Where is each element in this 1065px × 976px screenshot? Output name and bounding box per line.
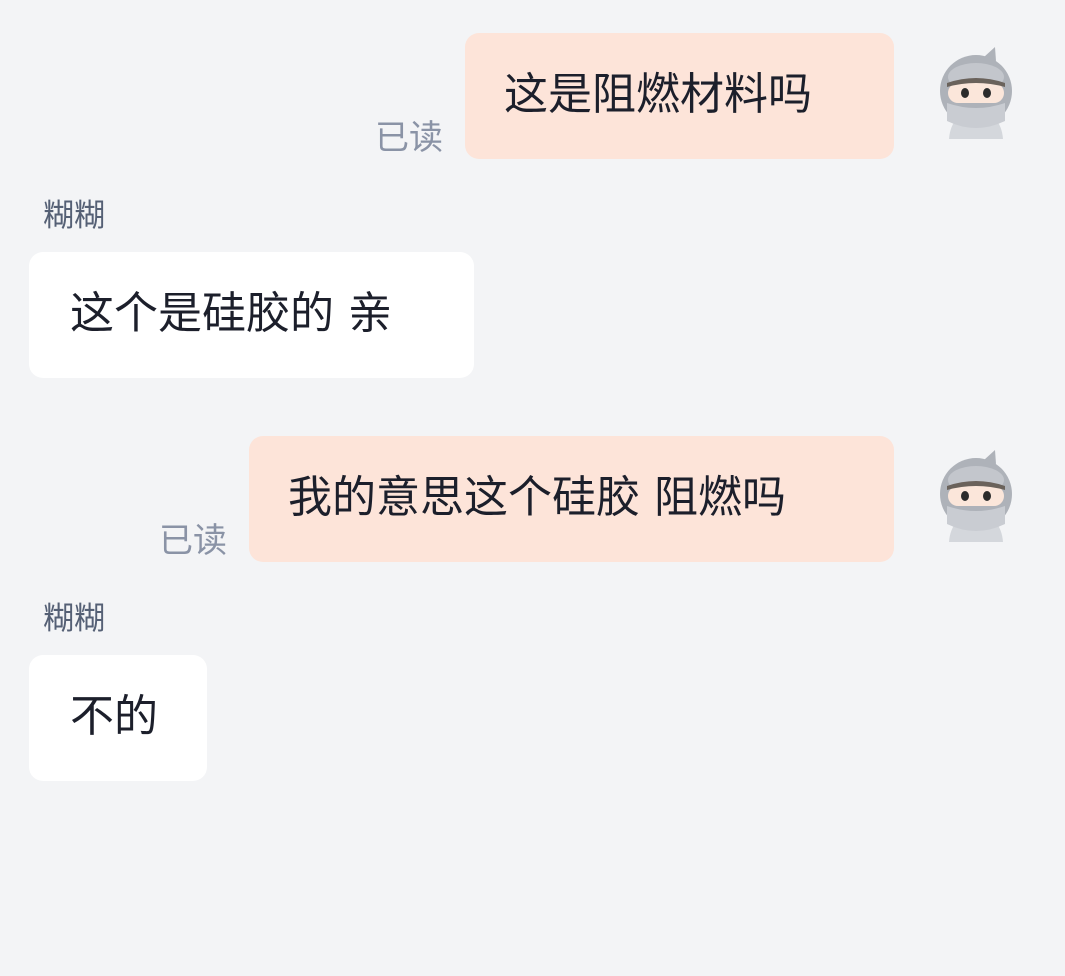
message-bubble[interactable]: 这是阻燃材料吗 <box>465 33 894 159</box>
ninja-avatar-icon[interactable] <box>937 47 1015 139</box>
read-status: 已读 <box>375 118 443 158</box>
chat-area: 已读 这是阻燃材料吗 糊糊 这个是硅胶的 亲 已读 我的意思这个硅胶 阻燃吗 糊… <box>0 0 1065 976</box>
sender-name: 糊糊 <box>43 198 105 234</box>
sender-name: 糊糊 <box>43 601 105 637</box>
read-status: 已读 <box>159 521 227 561</box>
message-bubble[interactable]: 不的 <box>29 655 207 781</box>
message-bubble[interactable]: 这个是硅胶的 亲 <box>29 252 474 378</box>
message-bubble[interactable]: 我的意思这个硅胶 阻燃吗 <box>249 436 894 562</box>
ninja-avatar-icon[interactable] <box>937 450 1015 542</box>
